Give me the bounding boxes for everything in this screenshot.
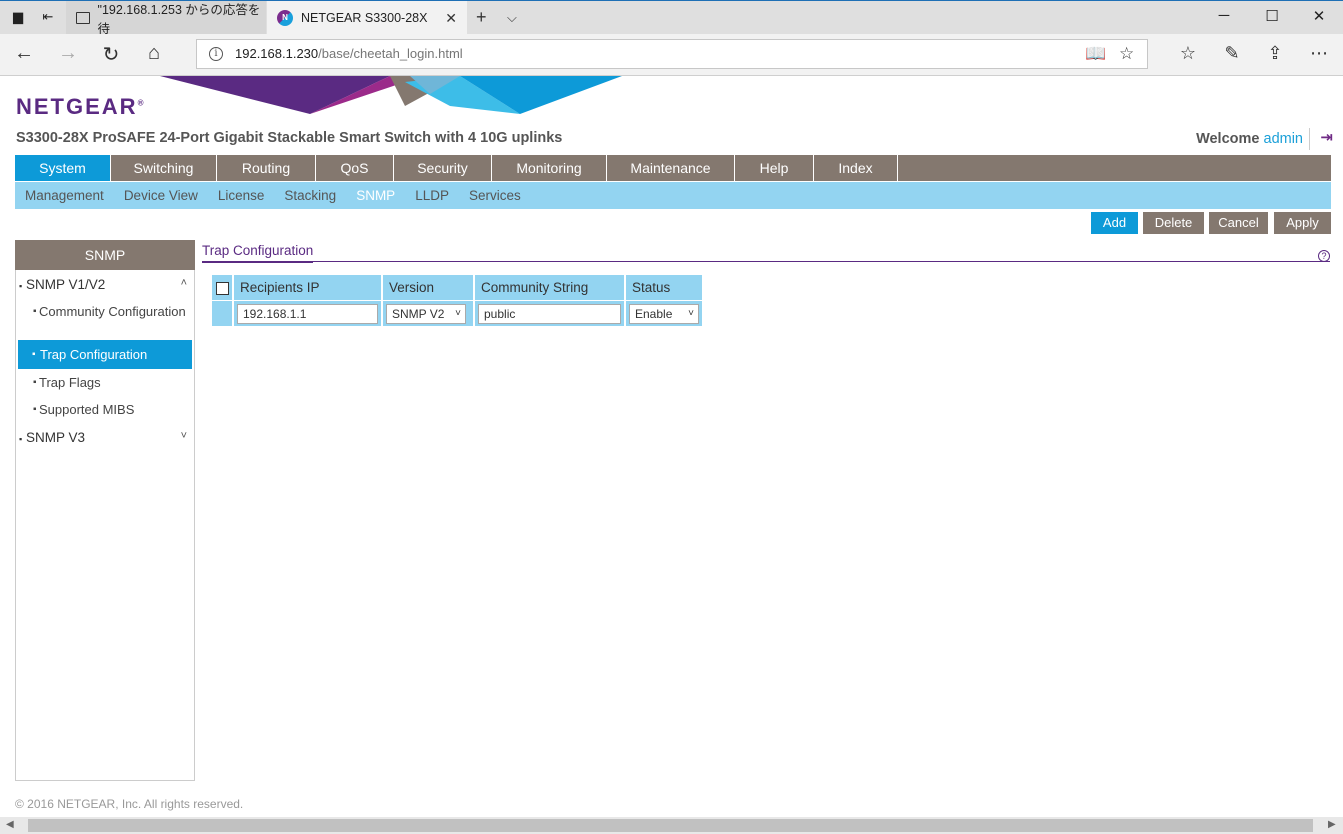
title-divider	[202, 261, 1330, 262]
set-tabs-aside-icon[interactable]: ⇤	[40, 9, 56, 25]
nav-system[interactable]: System	[15, 155, 111, 181]
sidebar-section-snmp-v1v2[interactable]: ▪ SNMP V1/V2 ˄	[19, 277, 191, 292]
tab-manager-icon[interactable]: ▆	[10, 9, 26, 25]
nav-maintenance[interactable]: Maintenance	[607, 155, 735, 181]
close-icon[interactable]: ✕	[445, 10, 457, 27]
info-icon[interactable]: i	[209, 47, 223, 61]
chevron-down-icon: ˅	[455, 307, 461, 319]
subnav-license[interactable]: License	[208, 182, 275, 209]
tab-netgear[interactable]: N NETGEAR S3300-28X ✕	[267, 1, 467, 35]
nav-security[interactable]: Security	[394, 155, 492, 181]
scroll-left-icon[interactable]: ◀	[6, 819, 14, 830]
header-banner-graphic	[160, 76, 622, 114]
subnav-stacking[interactable]: Stacking	[274, 182, 346, 209]
forward-icon: →	[58, 42, 78, 64]
sidebar-item-trap-flags[interactable]: ▪ Trap Flags	[17, 376, 191, 390]
url-text[interactable]: 192.168.1.230/base/cheetah_login.html	[235, 46, 463, 61]
nav-switching[interactable]: Switching	[111, 155, 217, 181]
favorite-star-icon[interactable]: ☆	[1119, 44, 1134, 64]
logout-icon[interactable]: ⇥	[1309, 128, 1333, 150]
nav-index[interactable]: Index	[814, 155, 898, 181]
page-icon	[76, 12, 90, 24]
copyright-footer: © 2016 NETGEAR, Inc. All rights reserved…	[15, 797, 244, 811]
web-note-icon[interactable]: ✎	[1220, 43, 1244, 64]
maximize-icon[interactable]: ☐	[1262, 7, 1282, 25]
sidebar-section-snmp-v3[interactable]: ▪ SNMP V3 ˅	[19, 430, 191, 445]
sidebar-item-supported-mibs[interactable]: ▪ Supported MIBS	[17, 403, 191, 417]
recipients-ip-input[interactable]: 192.168.1.1	[237, 303, 378, 324]
sidebar-title: SNMP	[15, 240, 195, 270]
delete-button[interactable]: Delete	[1143, 212, 1204, 234]
more-icon[interactable]: ⋯	[1307, 43, 1331, 64]
cancel-button[interactable]: Cancel	[1209, 212, 1268, 234]
tab-title: "192.168.1.253 からの応答を待	[97, 3, 261, 36]
table-row: 192.168.1.1 SNMP V2 ˅ public Enable ˅	[212, 301, 702, 326]
col-status: Status	[626, 275, 702, 300]
username-link[interactable]: admin	[1264, 131, 1304, 147]
subnav-device-view[interactable]: Device View	[114, 182, 208, 209]
close-window-icon[interactable]: ✕	[1309, 7, 1329, 25]
sidebar-item-trap-configuration[interactable]: ▪ Trap Configuration	[18, 340, 192, 369]
share-icon[interactable]: ⇪	[1263, 43, 1287, 64]
subnav-services[interactable]: Services	[459, 182, 531, 209]
col-community-string: Community String	[475, 275, 624, 300]
subnav-snmp[interactable]: SNMP	[346, 182, 405, 209]
tab-waiting[interactable]: "192.168.1.253 からの応答を待	[66, 1, 266, 36]
table-header-row: Recipients IP Version Community String S…	[212, 275, 702, 300]
recipients-ip-cell: 192.168.1.1	[234, 301, 381, 326]
welcome-text: Welcome admin	[1196, 131, 1303, 147]
chevron-down-icon: ˅	[180, 430, 187, 442]
refresh-icon[interactable]: ↻	[99, 42, 123, 67]
col-version: Version	[383, 275, 473, 300]
nav-monitoring[interactable]: Monitoring	[492, 155, 607, 181]
version-cell: SNMP V2 ˅	[383, 301, 473, 326]
col-recipients-ip: Recipients IP	[234, 275, 381, 300]
page-title: Trap Configuration	[202, 243, 314, 263]
home-icon[interactable]: ⌂	[142, 42, 166, 65]
address-toolbar: ← → ↻ ⌂ i 192.168.1.230/base/cheetah_log…	[0, 34, 1343, 76]
help-icon[interactable]: ?	[1318, 250, 1330, 262]
select-all-checkbox[interactable]	[216, 281, 229, 295]
add-button[interactable]: Add	[1091, 212, 1138, 234]
row-select-cell	[212, 301, 232, 326]
subnav-lldp[interactable]: LLDP	[405, 182, 459, 209]
nav-help[interactable]: Help	[735, 155, 814, 181]
community-string-input[interactable]: public	[478, 303, 621, 324]
minimize-icon[interactable]: ─	[1214, 7, 1234, 24]
product-title: S3300-28X ProSAFE 24-Port Gigabit Stacka…	[16, 130, 563, 146]
netgear-logo: NETGEAR®	[16, 94, 144, 119]
select-all-cell	[212, 275, 232, 300]
sub-nav: Management Device View License Stacking …	[15, 182, 1331, 209]
trap-table: Recipients IP Version Community String S…	[210, 274, 704, 327]
version-select[interactable]: SNMP V2 ˅	[386, 303, 466, 324]
sidebar-item-community-configuration[interactable]: ▪ Community Configuration	[17, 305, 191, 319]
browser-titlebar: ▆ ⇤ "192.168.1.253 からの応答を待 N NETGEAR S33…	[0, 0, 1343, 36]
apply-button[interactable]: Apply	[1274, 212, 1331, 234]
scrollbar-thumb[interactable]	[28, 819, 1313, 832]
back-icon[interactable]: ←	[12, 42, 36, 65]
subnav-management[interactable]: Management	[15, 182, 114, 209]
tab-title: NETGEAR S3300-28X	[301, 11, 428, 25]
favorites-hub-icon[interactable]: ☆	[1176, 43, 1200, 64]
status-select[interactable]: Enable ˅	[629, 303, 699, 324]
sidebar: SNMP	[15, 240, 195, 781]
horizontal-scrollbar[interactable]: ◀ ▶	[0, 817, 1343, 834]
chevron-up-icon: ˄	[180, 277, 187, 289]
reading-view-icon[interactable]: 📖	[1085, 44, 1106, 64]
chevron-down-icon: ˅	[688, 307, 694, 319]
address-bar[interactable]: i 192.168.1.230/base/cheetah_login.html …	[196, 39, 1148, 69]
chevron-down-icon[interactable]: ⌵	[507, 10, 517, 26]
netgear-favicon-icon: N	[277, 10, 293, 26]
nav-qos[interactable]: QoS	[316, 155, 394, 181]
main-nav: System Switching Routing QoS Security Mo…	[15, 155, 1331, 181]
status-cell: Enable ˅	[626, 301, 702, 326]
new-tab-icon[interactable]: +	[476, 7, 487, 28]
nav-routing[interactable]: Routing	[217, 155, 316, 181]
scroll-right-icon[interactable]: ▶	[1328, 819, 1336, 830]
community-cell: public	[475, 301, 624, 326]
